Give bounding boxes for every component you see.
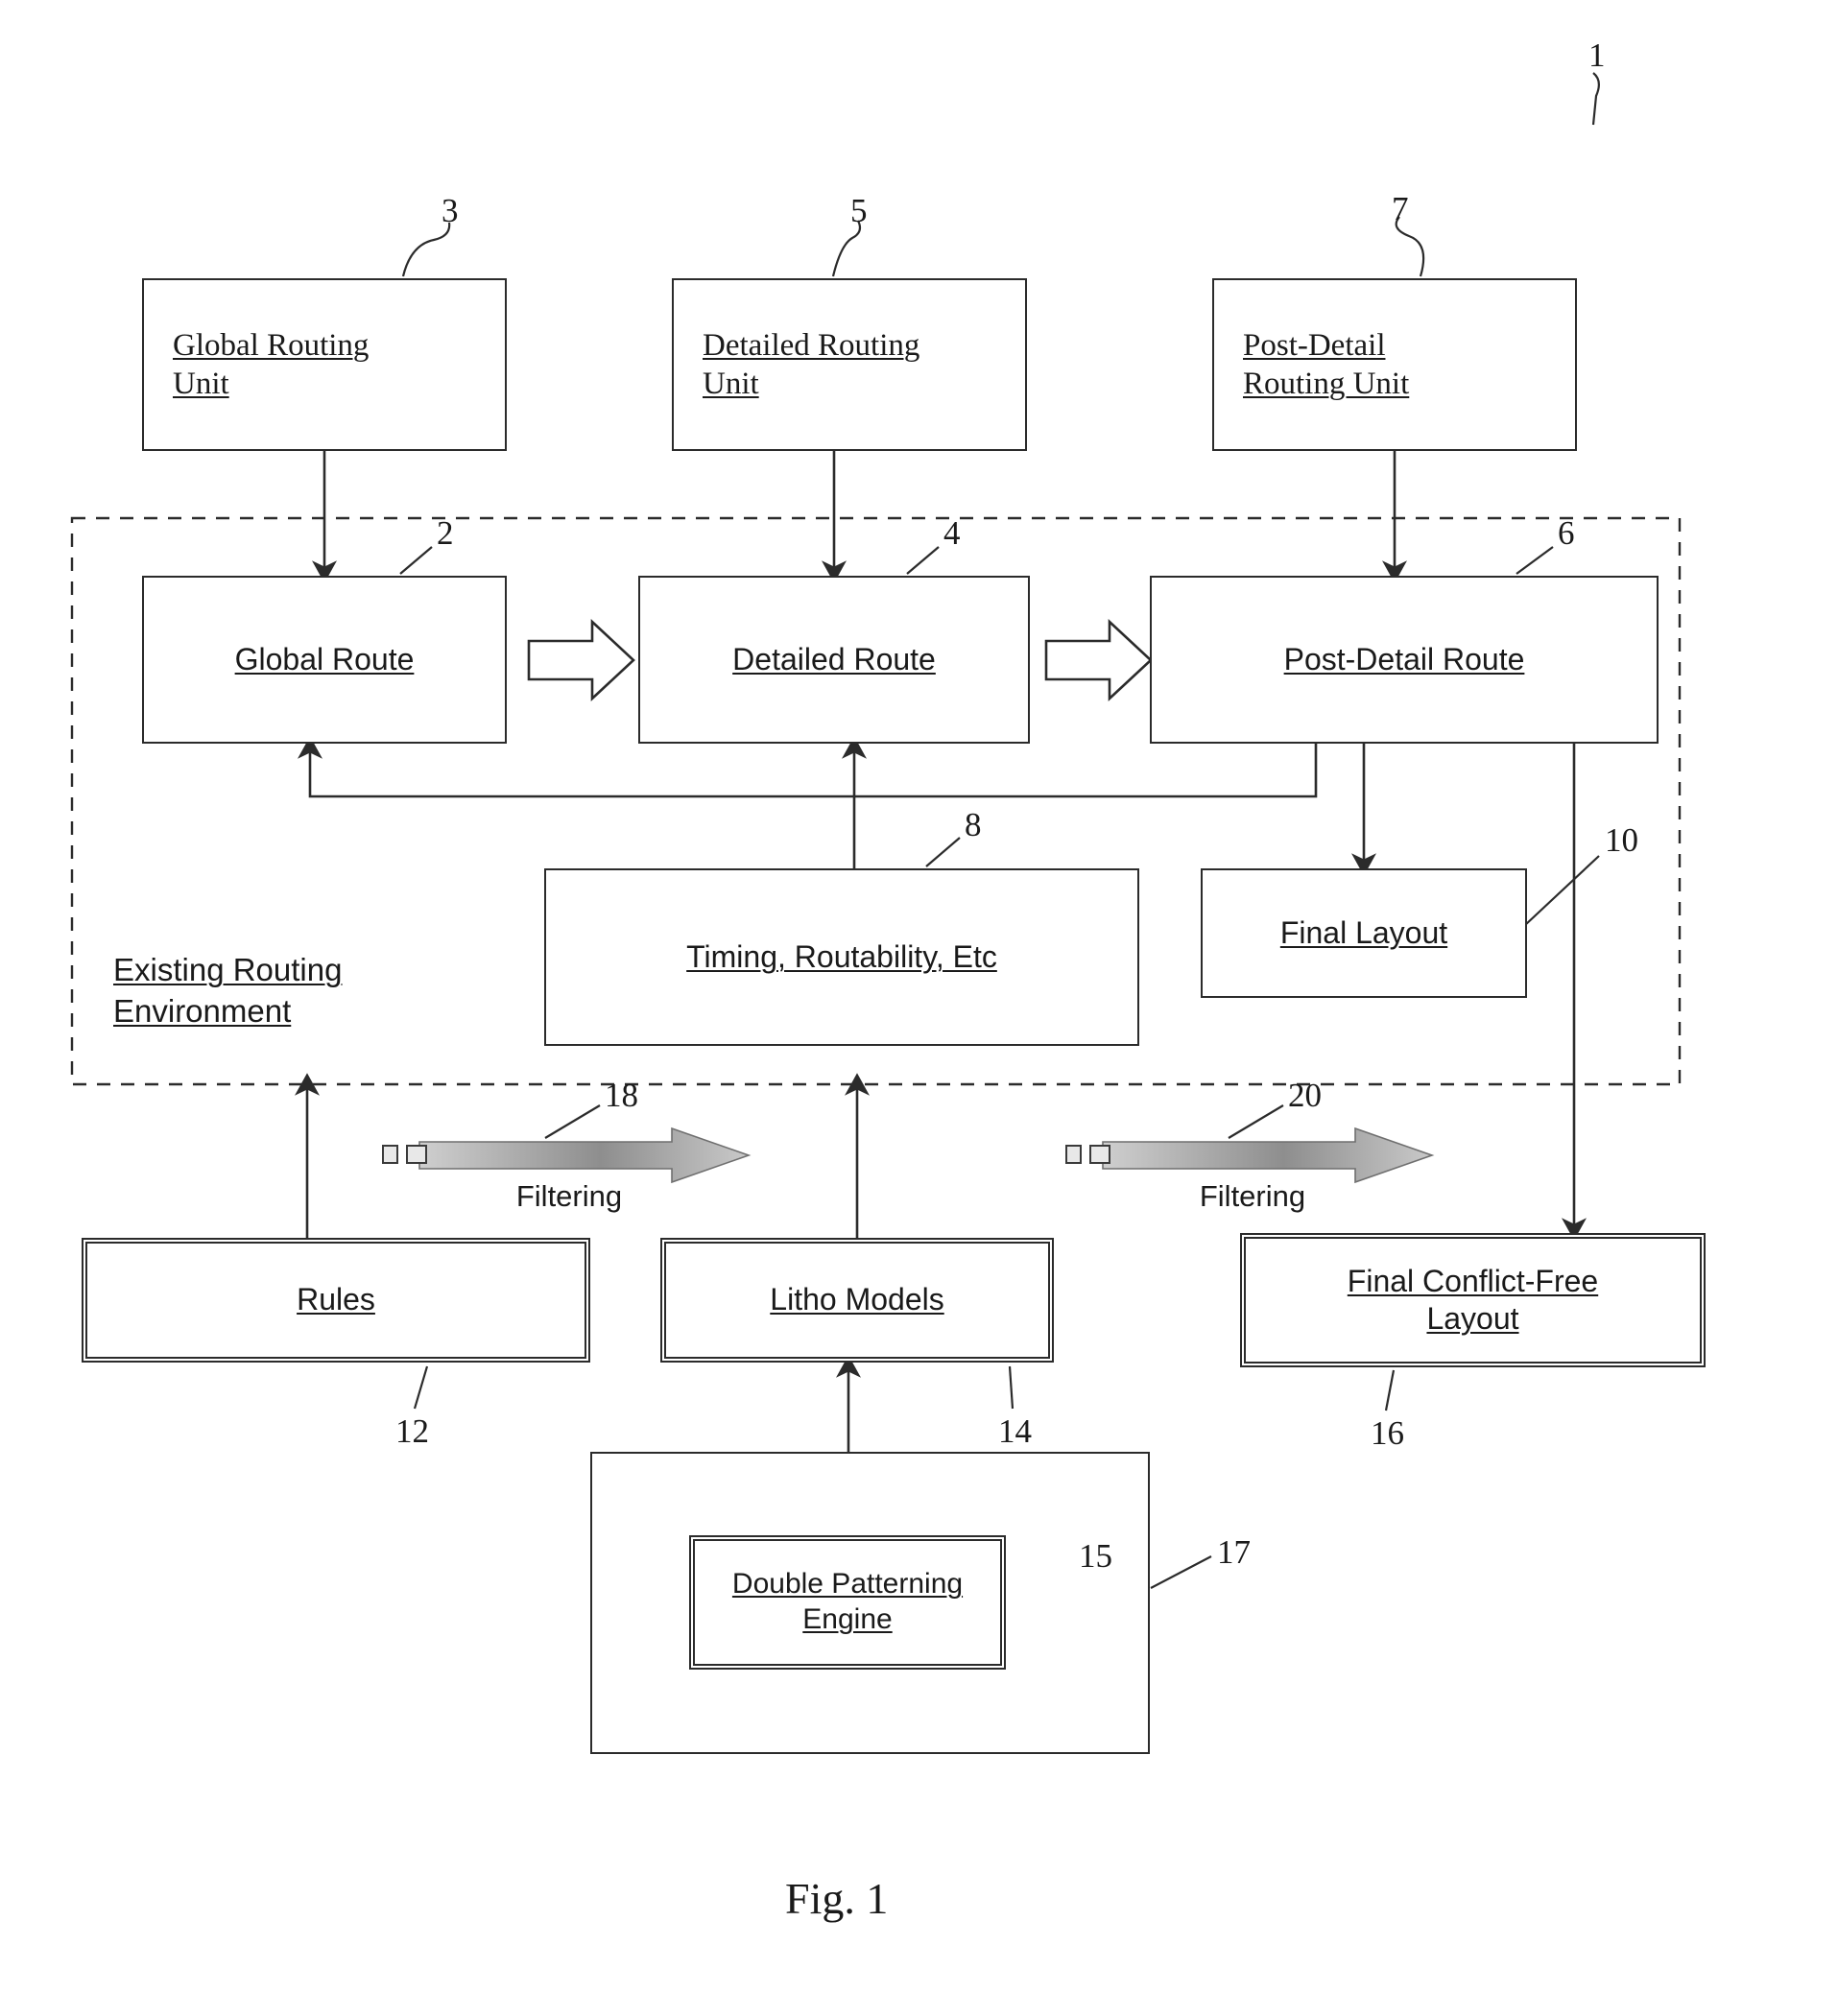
ref-number-2: 2 (437, 514, 454, 552)
final-layout-box[interactable]: Final Layout (1201, 868, 1527, 998)
global-routing-unit-box[interactable]: Global Routing Unit (142, 278, 507, 451)
filtering-label-rules: Filtering (515, 1179, 623, 1213)
leader-10 (1523, 855, 1600, 927)
post-detail-routing-unit-box[interactable]: Post-Detail Routing Unit (1212, 278, 1577, 451)
leader-16 (1384, 1369, 1396, 1411)
ref-number-12: 12 (395, 1412, 429, 1450)
ref-number-18: 18 (605, 1077, 638, 1114)
leader-17 (1150, 1555, 1212, 1589)
global-routing-unit-line-1: Global Routing (173, 327, 370, 363)
post-detail-route-label: Post-Detail Route (1283, 641, 1525, 676)
ref-number-10: 10 (1605, 821, 1638, 859)
ref-number-15: 15 (1079, 1537, 1112, 1575)
detailed-route-label: Detailed Route (732, 641, 936, 676)
ref-number-5: 5 (850, 192, 868, 229)
post-detail-routing-unit-line-2: Routing Unit (1243, 367, 1410, 401)
leader-14 (1008, 1365, 1014, 1410)
timing-routability-label: Timing, Routability, Etc (686, 938, 997, 974)
environment-line-1: Existing Routing (113, 952, 343, 987)
filtering-label-models: Filtering (1199, 1179, 1306, 1213)
leader-4 (906, 546, 940, 575)
ref-number-20: 20 (1288, 1077, 1322, 1114)
ref-number-1: 1 (1588, 36, 1606, 74)
filtering-group-models: Filtering (1065, 1127, 1440, 1223)
leader-3 (401, 222, 451, 277)
final-layout-label: Final Layout (1279, 914, 1448, 950)
global-routing-unit-line-2: Unit (173, 367, 229, 401)
ref-number-16: 16 (1371, 1414, 1404, 1452)
filtering-marker-square-a (382, 1145, 398, 1164)
double-patterning-engine-box[interactable]: Double Patterning Engine (689, 1535, 1006, 1670)
timing-routability-box[interactable]: Timing, Routability, Etc (544, 868, 1139, 1046)
ref-number-17: 17 (1217, 1533, 1251, 1571)
leader-1 (1591, 72, 1600, 126)
existing-routing-environment-label: Existing Routing Environment (113, 950, 342, 1032)
detailed-routing-unit-box[interactable]: Detailed Routing Unit (672, 278, 1027, 451)
patent-figure: Global Routing Unit Detailed Routing Uni… (0, 0, 1838, 2016)
leader-2 (399, 546, 433, 575)
ref-number-7: 7 (1392, 190, 1409, 227)
double-patterning-engine-line-1: Double Patterning (731, 1568, 964, 1601)
ref-number-4: 4 (943, 514, 961, 552)
figure-caption: Fig. 1 (785, 1874, 889, 1923)
filtering-marker-square-b (406, 1145, 427, 1164)
ref-number-6: 6 (1558, 514, 1575, 552)
ref-number-14: 14 (998, 1412, 1032, 1450)
rules-label: Rules (297, 1282, 375, 1317)
environment-line-2: Environment (113, 992, 292, 1029)
leader-6 (1516, 546, 1554, 575)
detailed-route-box[interactable]: Detailed Route (638, 576, 1030, 744)
filtering-group-rules: Filtering (382, 1127, 756, 1223)
detailed-routing-unit-line-2: Unit (703, 367, 759, 401)
detailed-routing-unit-line-1: Detailed Routing (703, 327, 920, 363)
final-conflict-free-line-1: Final Conflict-Free (1347, 1263, 1599, 1298)
global-route-label: Global Route (234, 641, 415, 676)
global-route-box[interactable]: Global Route (142, 576, 507, 744)
ref-number-8: 8 (965, 806, 982, 843)
block-arrow-detailed-to-postdetail (1044, 619, 1153, 701)
final-conflict-free-layout-box[interactable]: Final Conflict-Free Layout (1240, 1233, 1706, 1367)
filtering-marker-square-d (1089, 1145, 1110, 1164)
rules-box[interactable]: Rules (82, 1238, 590, 1363)
post-detail-route-box[interactable]: Post-Detail Route (1150, 576, 1659, 744)
double-patterning-engine-line-2: Engine (802, 1603, 893, 1635)
post-detail-routing-unit-line-1: Post-Detail (1243, 327, 1386, 363)
litho-models-label: Litho Models (770, 1282, 944, 1317)
ref-number-3: 3 (442, 192, 459, 229)
leader-8 (925, 837, 961, 867)
feedback-loop-wire (298, 736, 1318, 798)
filtering-marker-square-c (1065, 1145, 1082, 1164)
final-conflict-free-line-2: Layout (1426, 1301, 1519, 1336)
leader-12 (413, 1365, 429, 1410)
block-arrow-global-to-detailed (527, 619, 635, 701)
litho-models-box[interactable]: Litho Models (660, 1238, 1054, 1363)
